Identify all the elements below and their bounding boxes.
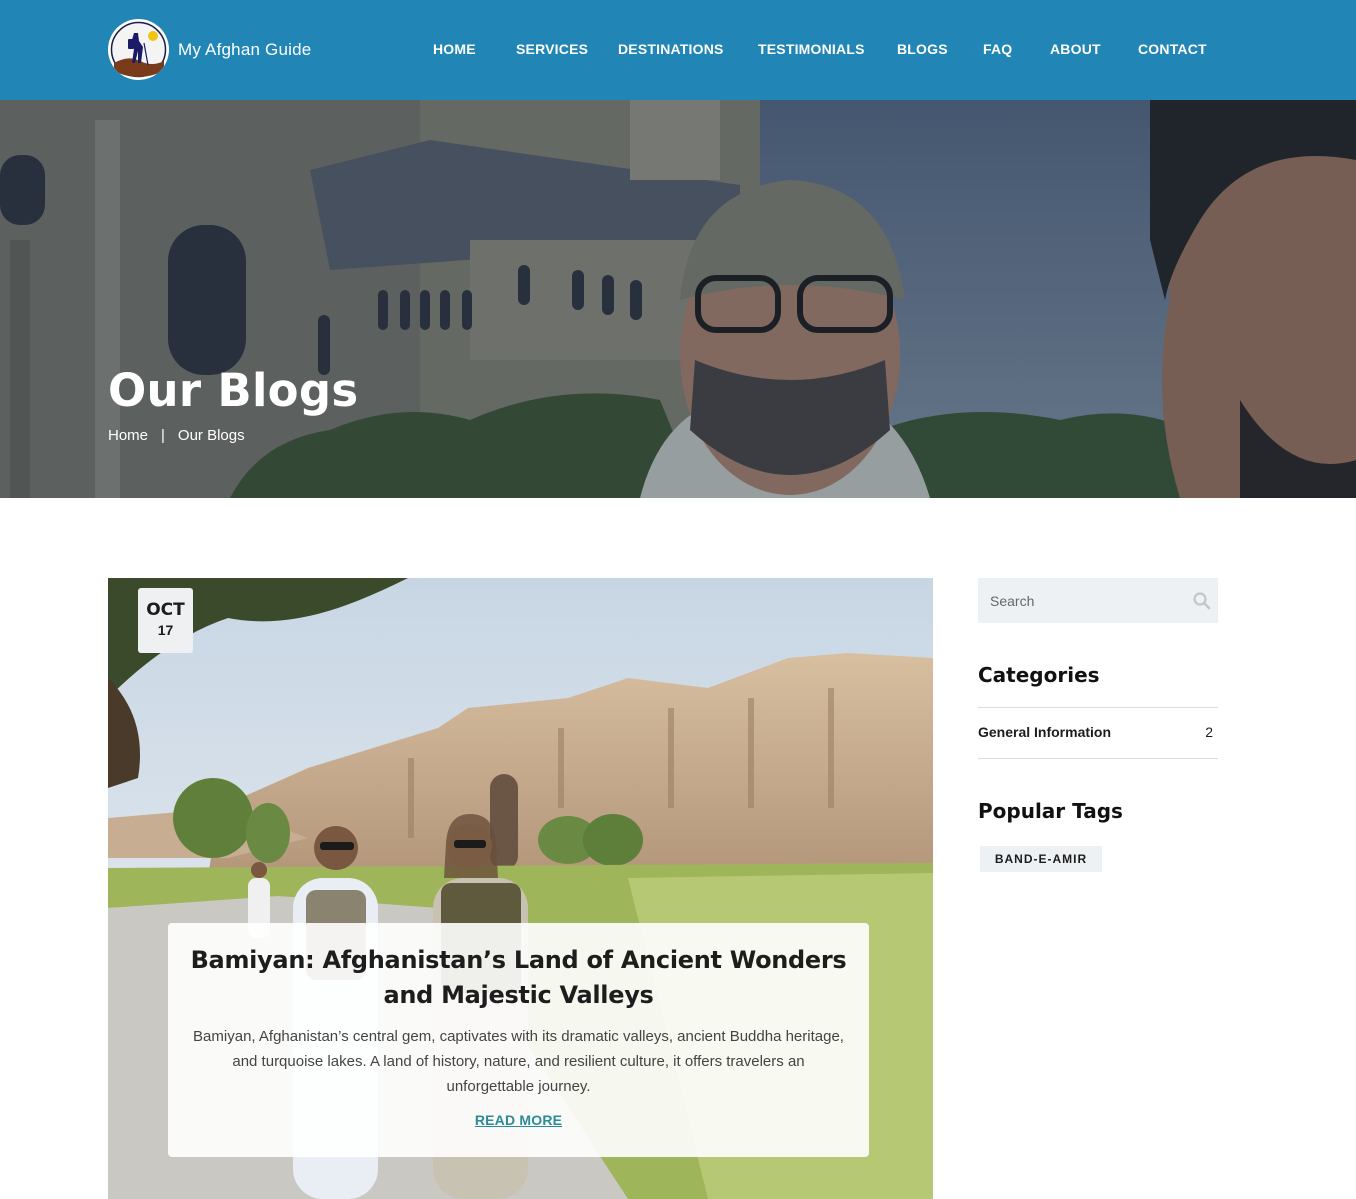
breadcrumb-separator: | bbox=[161, 427, 165, 444]
post-excerpt-card: Bamiyan: Afghanistan’s Land of Ancient W… bbox=[168, 923, 869, 1157]
site-header: My Afghan Guide HOME SERVICES DESTINATIO… bbox=[0, 0, 1356, 100]
main-nav: HOME SERVICES DESTINATIONS TESTIMONIALS … bbox=[0, 0, 1356, 100]
post-excerpt: Bamiyan, Afghanistan’s central gem, capt… bbox=[193, 1028, 844, 1095]
categories-divider-top bbox=[978, 707, 1218, 708]
tag-band-e-amir[interactable]: BAND-E-AMIR bbox=[980, 846, 1102, 872]
search-box bbox=[978, 578, 1218, 623]
search-input[interactable] bbox=[978, 578, 1218, 623]
nav-testimonials[interactable]: TESTIMONIALS bbox=[758, 41, 865, 57]
breadcrumb: Home | Our Blogs bbox=[108, 427, 245, 444]
popular-tags-heading: Popular Tags bbox=[978, 799, 1123, 823]
nav-home[interactable]: HOME bbox=[433, 41, 476, 57]
category-item[interactable]: General Information 2 bbox=[978, 724, 1218, 744]
nav-about[interactable]: ABOUT bbox=[1050, 41, 1101, 57]
page-hero: Our Blogs Home | Our Blogs bbox=[0, 100, 1356, 498]
nav-faq[interactable]: FAQ bbox=[983, 41, 1012, 57]
categories-heading: Categories bbox=[978, 663, 1100, 687]
page-title: Our Blogs bbox=[108, 364, 359, 417]
nav-destinations[interactable]: DESTINATIONS bbox=[618, 41, 724, 57]
category-count: 2 bbox=[1205, 724, 1213, 740]
read-more-link[interactable]: READ MORE bbox=[475, 1112, 562, 1128]
post-date-badge: OCT 17 bbox=[138, 588, 193, 653]
breadcrumb-current: Our Blogs bbox=[177, 427, 245, 444]
post-date-month: OCT bbox=[146, 600, 185, 620]
breadcrumb-home-link[interactable]: Home bbox=[108, 427, 148, 444]
category-name: General Information bbox=[978, 724, 1112, 740]
nav-blogs[interactable]: BLOGS bbox=[897, 41, 948, 57]
nav-contact[interactable]: CONTACT bbox=[1138, 41, 1207, 57]
blog-post-card: OCT 17 Bamiyan: Afghanistan’s Land of An… bbox=[108, 578, 933, 1199]
search-icon[interactable] bbox=[1192, 591, 1212, 611]
categories-divider-bottom bbox=[978, 758, 1218, 759]
nav-services[interactable]: SERVICES bbox=[516, 41, 588, 57]
post-title[interactable]: Bamiyan: Afghanistan’s Land of Ancient W… bbox=[190, 943, 847, 1013]
post-date-day: 17 bbox=[157, 622, 174, 638]
